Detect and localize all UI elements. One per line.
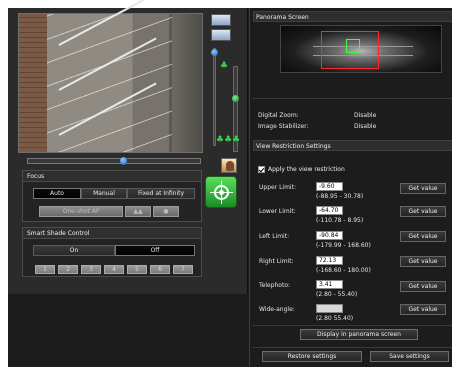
upper-limit-label: Upper Limit: xyxy=(259,184,296,191)
video-building-edge xyxy=(172,14,202,152)
divider xyxy=(253,347,452,348)
smart-shade-on-button[interactable]: On xyxy=(33,245,115,256)
panorama-title: Panorama Screen xyxy=(253,11,452,22)
upper-get-value-button[interactable]: Get value xyxy=(400,183,446,194)
left-limit-input[interactable]: -90.84 xyxy=(316,231,343,240)
tree-tele-icon: ♣ xyxy=(220,61,229,71)
shade-level-6[interactable]: 6 xyxy=(150,265,170,274)
divider xyxy=(253,98,452,99)
telephoto-label: Telephoto: xyxy=(259,282,291,289)
one-shot-af-button[interactable]: One-shot AF xyxy=(39,206,123,217)
right-limit-input[interactable]: 72.13 xyxy=(316,256,343,265)
zoom-slider-knob[interactable] xyxy=(232,95,239,102)
wide-angle-label: Wide-angle: xyxy=(259,306,295,313)
lower-limit-input[interactable]: -64.70 xyxy=(316,206,343,215)
left-limit-range: (-179.99 - 168.60) xyxy=(316,242,371,249)
digital-zoom-label: Digital Zoom: xyxy=(258,112,299,119)
live-video-view[interactable] xyxy=(18,0,203,153)
tilt-slider[interactable] xyxy=(211,48,218,146)
telephoto-range: (2.80 - 55.40) xyxy=(316,291,358,298)
tilt-slider-knob[interactable] xyxy=(211,49,218,56)
focus-auto-button[interactable]: Auto xyxy=(33,188,81,199)
apply-restriction-label: Apply the view restriction xyxy=(268,166,345,173)
shade-level-2[interactable]: 2 xyxy=(58,265,78,274)
lower-get-value-button[interactable]: Get value xyxy=(400,206,446,217)
image-stabilizer-label: Image Stabilizer: xyxy=(258,123,309,130)
cursor-mode-icon[interactable] xyxy=(211,29,231,41)
camera-control-area: ♣ ♣♣♣ Focus Auto Manual Fixed at Infinit… xyxy=(8,0,248,294)
lower-limit-label: Lower Limit: xyxy=(259,208,296,215)
left-limit-label: Left Limit: xyxy=(259,233,290,240)
wide-angle-input[interactable] xyxy=(316,304,343,313)
settings-panel: Panorama Screen Digital Zoom: Disable Im… xyxy=(249,8,452,367)
upper-limit-input[interactable]: -9.60 xyxy=(316,182,343,191)
smart-shade-title: Smart Shade Control xyxy=(23,228,201,239)
focus-near-icon[interactable]: ● xyxy=(153,206,179,217)
pan-slider[interactable] xyxy=(27,157,201,165)
video-stair-rail xyxy=(58,0,157,46)
video-brick-wall xyxy=(19,14,47,152)
wide-angle-range: (2.80 55.40) xyxy=(316,315,354,322)
current-view-frame[interactable] xyxy=(346,39,360,53)
telephoto-input[interactable]: 3.41 xyxy=(316,280,343,289)
shade-level-3[interactable]: 3 xyxy=(81,265,101,274)
view-restriction-title: View Restriction Settings xyxy=(253,140,452,151)
shade-level-7[interactable]: 7 xyxy=(173,265,193,274)
video-stair-rail xyxy=(58,37,157,91)
smart-shade-off-button[interactable]: Off xyxy=(115,245,195,256)
focus-infinity-button[interactable]: Fixed at Infinity xyxy=(127,188,195,199)
restore-settings-button[interactable]: Restore settings xyxy=(262,351,362,362)
screen-switch-icon[interactable] xyxy=(211,14,231,26)
right-limit-range: (-168.60 - 180.00) xyxy=(316,267,371,274)
wide-angle-get-value-button[interactable]: Get value xyxy=(400,304,446,315)
image-stabilizer-value: Disable xyxy=(354,123,377,130)
trees-wide-icon: ♣♣♣ xyxy=(216,135,241,145)
display-in-panorama-button[interactable]: Display in panorama screen xyxy=(300,329,418,340)
digital-zoom-value: Disable xyxy=(354,112,377,119)
upper-limit-range: (-88.95 - 30.78) xyxy=(316,193,364,200)
right-get-value-button[interactable]: Get value xyxy=(400,256,446,267)
save-settings-button[interactable]: Save settings xyxy=(370,351,449,362)
focus-panel: Focus Auto Manual Fixed at Infinity One-… xyxy=(22,170,202,222)
pan-slider-knob[interactable] xyxy=(120,157,127,165)
camera-settings-window: ♣ ♣♣♣ Focus Auto Manual Fixed at Infinit… xyxy=(8,0,452,367)
shade-level-4[interactable]: 4 xyxy=(104,265,124,274)
smart-shade-panel: Smart Shade Control On Off 1 2 3 4 5 6 7 xyxy=(22,227,202,277)
left-get-value-button[interactable]: Get value xyxy=(400,231,446,242)
shade-level-1[interactable]: 1 xyxy=(35,265,55,274)
video-stair-rail xyxy=(58,82,157,136)
lower-limit-range: (-110.78 - 8.95) xyxy=(316,217,364,224)
right-limit-label: Right Limit: xyxy=(259,258,294,265)
divider xyxy=(253,325,452,326)
person-icon[interactable] xyxy=(221,158,237,173)
panorama-view[interactable] xyxy=(280,25,442,73)
focus-far-icon[interactable]: ▲▲ xyxy=(125,206,151,217)
shade-level-5[interactable]: 5 xyxy=(127,265,147,274)
target-icon[interactable] xyxy=(205,176,237,208)
focus-title: Focus xyxy=(23,171,201,182)
apply-restriction-checkbox[interactable] xyxy=(258,166,265,173)
focus-manual-button[interactable]: Manual xyxy=(81,188,127,199)
telephoto-get-value-button[interactable]: Get value xyxy=(400,281,446,292)
